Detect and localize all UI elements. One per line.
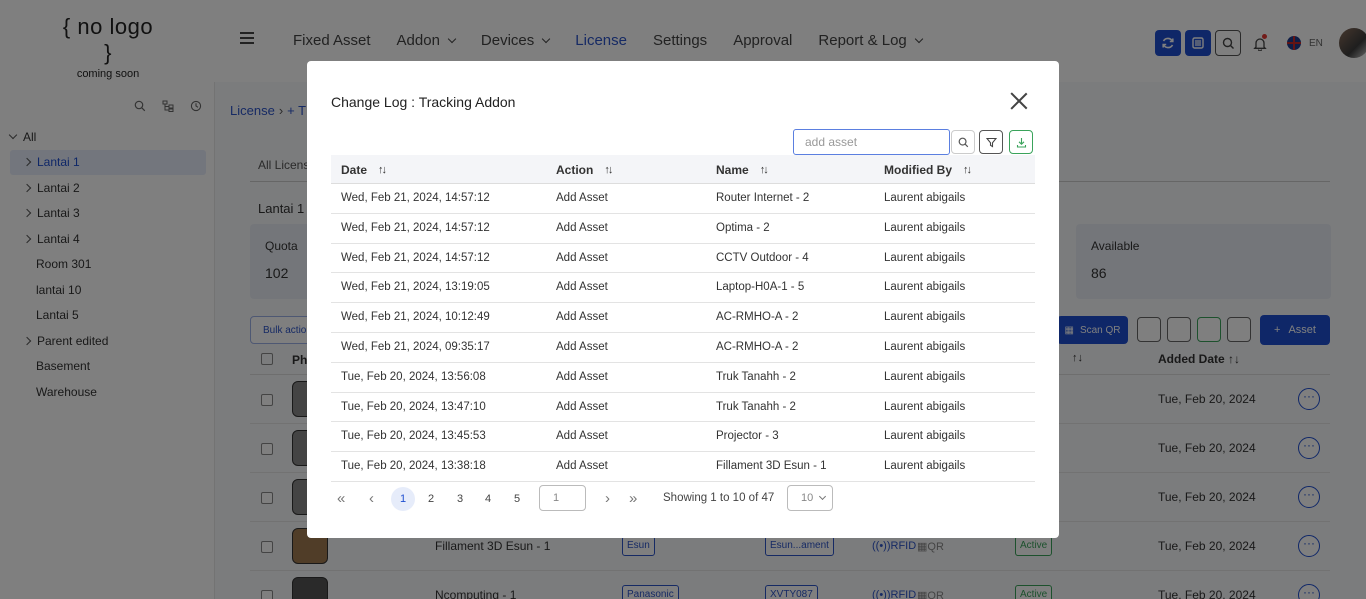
table-header: Date ↑↓ Action ↑↓ Name ↑↓ Modified By ↑↓ (331, 155, 1035, 184)
first-page-icon[interactable]: « (337, 490, 345, 507)
table-row: Wed, Feb 21, 2024, 14:57:12 Add Asset Ro… (331, 184, 1035, 214)
download-icon (1016, 137, 1026, 148)
page-4-button[interactable]: 4 (476, 487, 500, 511)
page-size-select[interactable]: 10 (787, 485, 833, 511)
search-button[interactable] (951, 130, 975, 154)
filter-icon (985, 137, 997, 147)
column-action-label: Action (556, 163, 594, 177)
column-date[interactable]: Date ↑↓ (341, 163, 387, 177)
table-row: Wed, Feb 21, 2024, 14:57:12 Add Asset CC… (331, 244, 1035, 274)
cell-modified-by: Laurent abigails (884, 430, 966, 443)
cell-name: Optima - 2 (716, 221, 770, 234)
cell-action: Add Asset (556, 192, 608, 204)
table-row: Wed, Feb 21, 2024, 09:35:17 Add Asset AC… (331, 333, 1035, 363)
table-row: Wed, Feb 21, 2024, 10:12:49 Add Asset AC… (331, 303, 1035, 333)
change-log-modal: Change Log : Tracking Addon Date ↑↓ Actio… (307, 61, 1059, 538)
cell-action: Add Asset (556, 281, 608, 294)
next-page-icon[interactable]: › (605, 490, 610, 507)
cell-date: Wed, Feb 21, 2024, 13:19:05 (341, 281, 490, 294)
column-modified-by-label: Modified By (884, 163, 952, 177)
cell-name: Laptop-H0A-1 - 5 (716, 281, 805, 294)
cell-action: Add Asset (556, 430, 608, 443)
cell-action: Add Asset (556, 370, 608, 383)
page-3-button[interactable]: 3 (448, 487, 472, 511)
cell-action: Add Asset (556, 251, 608, 264)
cell-modified-by: Laurent abigails (884, 311, 966, 324)
column-date-label: Date (341, 163, 368, 177)
sort-icon: ↑↓ (604, 164, 613, 176)
cell-modified-by: Laurent abigails (884, 192, 966, 204)
cell-date: Tue, Feb 20, 2024, 13:45:53 (341, 430, 486, 443)
cell-action: Add Asset (556, 400, 608, 413)
cell-modified-by: Laurent abigails (884, 400, 966, 413)
cell-modified-by: Laurent abigails (884, 340, 966, 353)
cell-name: AC-RMHO-A - 2 (716, 311, 799, 324)
cell-name: CCTV Outdoor - 4 (716, 251, 809, 264)
cell-name: Router Internet - 2 (716, 192, 810, 204)
filter-button[interactable] (979, 130, 1003, 154)
cell-action: Add Asset (556, 221, 608, 234)
cell-action: Add Asset (556, 340, 608, 353)
cell-modified-by: Laurent abigails (884, 460, 966, 473)
cell-modified-by: Laurent abigails (884, 251, 966, 264)
sort-icon: ↑↓ (759, 164, 769, 176)
chevron-down-icon (819, 492, 827, 500)
cell-modified-by: Laurent abigails (884, 281, 966, 294)
cell-name: Projector - 3 (716, 430, 779, 443)
table-row: Tue, Feb 20, 2024, 13:47:10 Add Asset Tr… (331, 393, 1035, 423)
pagination: « ‹ 1 2 3 4 5 › » Showing 1 to 10 of 47 … (331, 485, 1035, 513)
cell-date: Wed, Feb 21, 2024, 09:35:17 (341, 340, 490, 353)
page-5-button[interactable]: 5 (505, 487, 529, 511)
table-row: Wed, Feb 21, 2024, 14:57:12 Add Asset Op… (331, 214, 1035, 244)
cell-date: Wed, Feb 21, 2024, 10:12:49 (341, 311, 490, 324)
cell-name: Truk Tanahh - 2 (716, 400, 796, 413)
cell-date: Tue, Feb 20, 2024, 13:38:18 (341, 460, 486, 473)
modal-title: Change Log : Tracking Addon (331, 94, 516, 110)
cell-modified-by: Laurent abigails (884, 370, 966, 383)
page-1-button[interactable]: 1 (391, 487, 415, 511)
sort-icon: ↑↓ (963, 164, 972, 176)
change-log-table: Date ↑↓ Action ↑↓ Name ↑↓ Modified By ↑↓ Wed… (331, 155, 1035, 482)
cell-date: Wed, Feb 21, 2024, 14:57:12 (341, 221, 490, 234)
export-button[interactable] (1009, 130, 1033, 154)
column-action[interactable]: Action ↑↓ (556, 163, 613, 177)
page-size-value: 10 (801, 492, 814, 504)
goto-page-input[interactable] (539, 485, 586, 511)
cell-action: Add Asset (556, 460, 608, 473)
cell-date: Tue, Feb 20, 2024, 13:47:10 (341, 400, 486, 413)
cell-action: Add Asset (556, 311, 608, 324)
page-2-button[interactable]: 2 (419, 487, 443, 511)
cell-date: Wed, Feb 21, 2024, 14:57:12 (341, 251, 490, 264)
last-page-icon[interactable]: » (629, 490, 637, 507)
column-name-label: Name (716, 163, 749, 177)
column-modified-by[interactable]: Modified By ↑↓ (884, 163, 972, 177)
cell-date: Tue, Feb 20, 2024, 13:56:08 (341, 370, 486, 383)
asset-search-input[interactable] (793, 129, 950, 155)
cell-modified-by: Laurent abigails (884, 221, 966, 234)
sort-icon: ↑↓ (378, 164, 387, 176)
column-name[interactable]: Name ↑↓ (716, 163, 769, 177)
close-icon[interactable] (1010, 92, 1028, 110)
cell-name: AC-RMHO-A - 2 (716, 340, 799, 353)
table-row: Tue, Feb 20, 2024, 13:38:18 Add Asset Fi… (331, 452, 1035, 482)
cell-name: Fillament 3D Esun - 1 (716, 460, 827, 473)
cell-date: Wed, Feb 21, 2024, 14:57:12 (341, 192, 490, 204)
prev-page-icon[interactable]: ‹ (369, 490, 374, 507)
pagination-summary: Showing 1 to 10 of 47 (663, 492, 775, 504)
table-row: Tue, Feb 20, 2024, 13:45:53 Add Asset Pr… (331, 422, 1035, 453)
cell-name: Truk Tanahh - 2 (716, 370, 796, 383)
search-icon (958, 137, 968, 147)
table-row: Wed, Feb 21, 2024, 13:19:05 Add Asset La… (331, 273, 1035, 304)
table-row: Tue, Feb 20, 2024, 13:56:08 Add Asset Tr… (331, 363, 1035, 393)
